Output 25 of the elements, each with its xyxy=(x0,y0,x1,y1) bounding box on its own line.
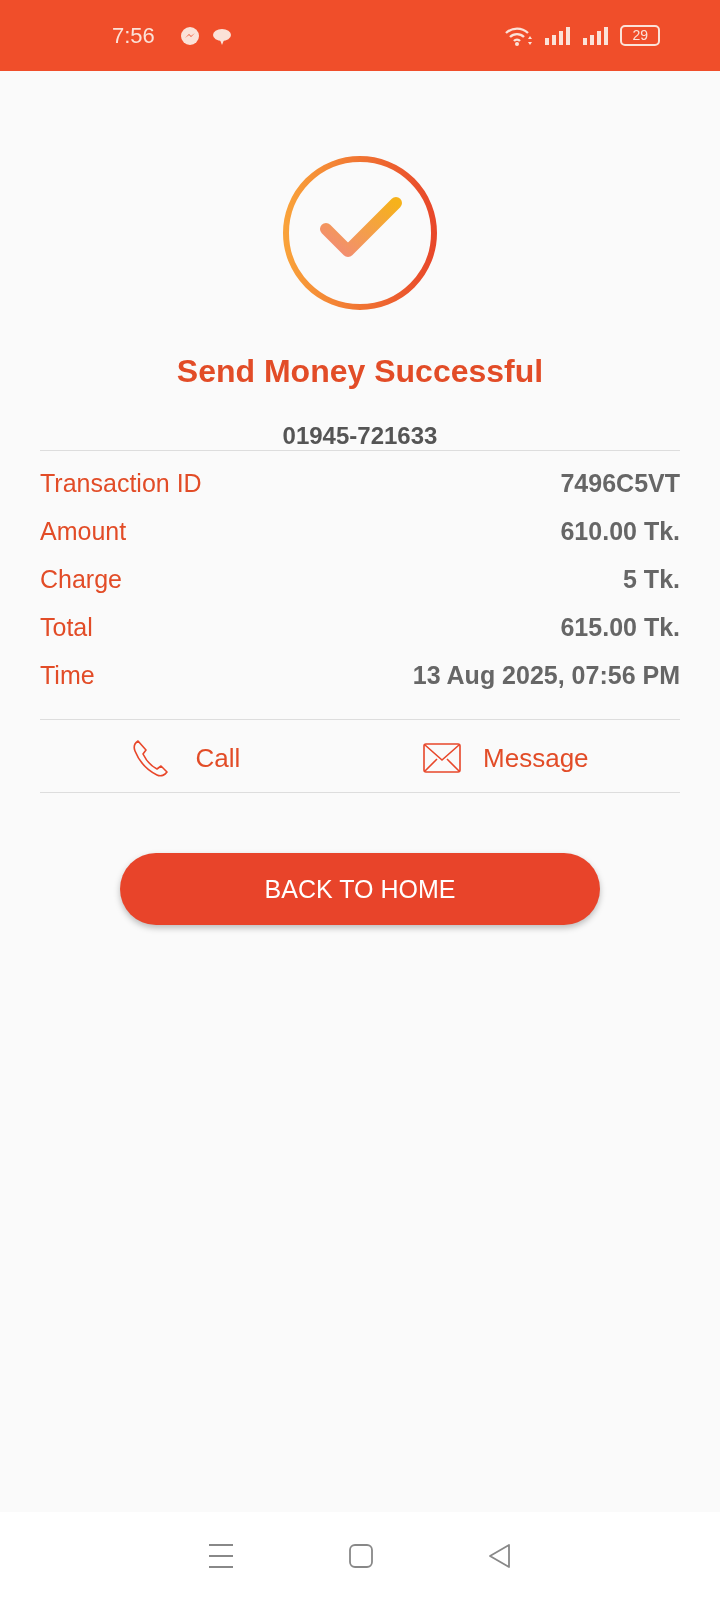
success-check-icon xyxy=(280,153,440,313)
wifi-icon xyxy=(504,24,535,47)
signal-icon xyxy=(582,25,611,46)
menu-icon[interactable] xyxy=(206,1543,235,1569)
envelope-icon xyxy=(423,743,462,773)
status-time: 7:56 xyxy=(112,22,155,49)
call-button[interactable]: Call xyxy=(131,738,241,778)
detail-label: Transaction ID xyxy=(40,469,202,497)
detail-value: 610.00 Tk. xyxy=(560,517,680,545)
detail-value: 5 Tk. xyxy=(623,565,680,593)
message-button[interactable]: Message xyxy=(423,738,589,778)
home-nav-icon[interactable] xyxy=(348,1543,374,1569)
detail-label: Amount xyxy=(40,517,127,545)
recipient-number: 01945-721633 xyxy=(282,422,438,450)
battery-indicator: 29 xyxy=(620,25,660,46)
detail-value: 7496C5VT xyxy=(560,469,680,497)
detail-label: Time xyxy=(40,661,95,689)
signal-icon xyxy=(544,25,573,46)
detail-value: 615.00 Tk. xyxy=(560,613,680,641)
detail-label: Charge xyxy=(40,565,122,593)
detail-label: Total xyxy=(40,613,93,641)
success-title: Send Money Successful xyxy=(176,353,544,390)
detail-value: 13 Aug 2025, 07:56 PM xyxy=(412,661,680,689)
back-to-home-button[interactable]: BACK TO HOME xyxy=(120,853,600,925)
messenger-icon xyxy=(178,24,201,47)
